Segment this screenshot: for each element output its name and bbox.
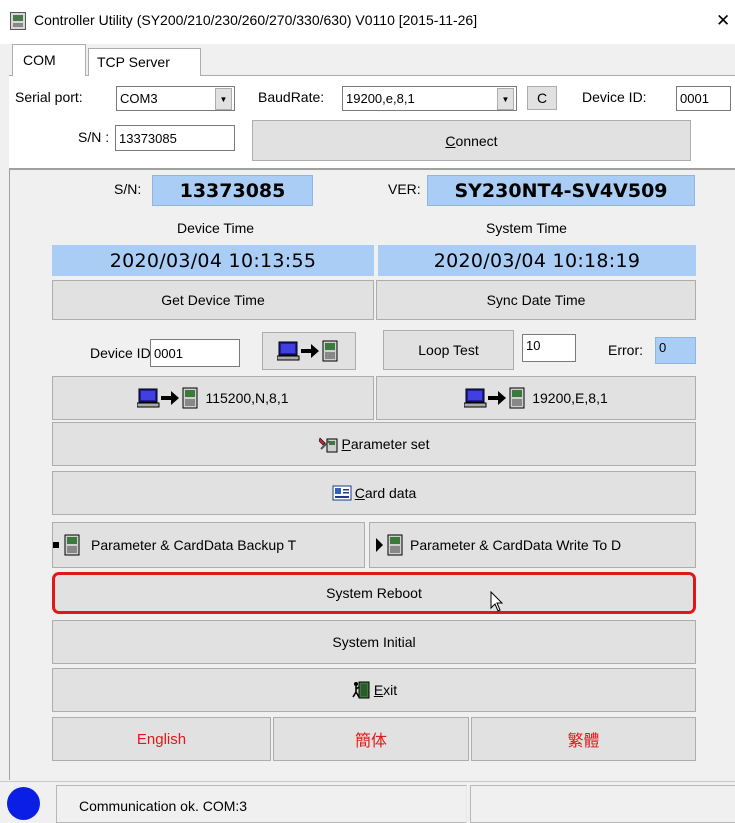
connect-button[interactable]: Connect bbox=[252, 120, 691, 161]
lang-traditional-button[interactable]: 繁體 bbox=[471, 717, 696, 761]
sync-date-time-button[interactable]: Sync Date Time bbox=[376, 280, 696, 320]
loop-count-input[interactable]: 10 bbox=[522, 334, 576, 362]
system-reboot-button[interactable]: System Reboot bbox=[52, 572, 696, 614]
pc-to-device-icon bbox=[277, 340, 338, 362]
window-title: Controller Utility (SY200/210/230/260/27… bbox=[34, 12, 478, 28]
device-time-label: Device Time bbox=[177, 220, 255, 236]
get-device-time-button[interactable]: Get Device Time bbox=[52, 280, 374, 320]
serial-port-label: Serial port: bbox=[15, 89, 83, 105]
system-time-value: 2020/03/04 10:18:19 bbox=[378, 245, 696, 276]
device-id-row-label: Device ID: bbox=[90, 345, 155, 361]
app-icon bbox=[10, 12, 26, 30]
chevron-down-icon: ▼ bbox=[219, 94, 228, 104]
baudrate-dropdown[interactable]: ▼ bbox=[497, 88, 514, 110]
title-bar: Controller Utility (SY200/210/230/260/27… bbox=[0, 0, 735, 44]
device-time-value: 2020/03/04 10:13:55 bbox=[52, 245, 374, 276]
device-id-row-input[interactable]: 0001 bbox=[150, 339, 240, 367]
info-sn-value: 13373085 bbox=[152, 175, 313, 206]
set-baud-115200-button[interactable]: 115200,N,8,1 bbox=[52, 376, 374, 420]
sn-label: S/N : bbox=[78, 129, 110, 145]
set-baud-19200-button[interactable]: 19200,E,8,1 bbox=[376, 376, 696, 420]
system-time-label: System Time bbox=[486, 220, 567, 236]
lang-english-button[interactable]: English bbox=[52, 717, 271, 761]
device-id-input[interactable]: 0001 bbox=[676, 86, 731, 111]
pc-to-device-icon bbox=[137, 387, 198, 409]
ver-label: VER: bbox=[388, 181, 421, 197]
exit-door-icon bbox=[352, 681, 370, 699]
serial-port-dropdown[interactable]: ▼ bbox=[215, 88, 232, 110]
ver-value: SY230NT4-SV4V509 bbox=[427, 175, 695, 206]
loop-test-button[interactable]: Loop Test bbox=[383, 330, 514, 370]
info-sn-label: S/N: bbox=[114, 181, 142, 197]
lang-simplified-button[interactable]: 簡体 bbox=[273, 717, 469, 761]
pc-to-device-icon bbox=[53, 534, 80, 556]
set-device-id-button[interactable] bbox=[262, 332, 356, 370]
chevron-down-icon: ▼ bbox=[501, 94, 510, 104]
pc-to-device-icon bbox=[464, 387, 525, 409]
write-button[interactable]: Parameter & CardData Write To D bbox=[369, 522, 696, 568]
parameter-set-button[interactable]: Parameter set bbox=[52, 422, 696, 466]
close-icon[interactable]: ✕ bbox=[716, 11, 730, 31]
card-data-icon bbox=[332, 485, 352, 501]
device-id-label: Device ID: bbox=[582, 89, 647, 105]
card-data-button[interactable]: Card data bbox=[52, 471, 696, 515]
status-indicator bbox=[7, 787, 40, 820]
exit-button[interactable]: Exit bbox=[52, 668, 696, 712]
status-text-panel: Communication ok. COM:3 bbox=[56, 785, 467, 823]
status-text: Communication ok. COM:3 bbox=[79, 798, 248, 814]
error-label: Error: bbox=[608, 342, 643, 358]
parameter-tools-icon bbox=[318, 437, 338, 453]
tab-tcp-server[interactable]: TCP Server bbox=[88, 48, 201, 76]
backup-button[interactable]: Parameter & CardData Backup T bbox=[52, 522, 365, 568]
sn-input[interactable]: 13373085 bbox=[115, 125, 235, 151]
tab-com[interactable]: COM bbox=[12, 44, 86, 77]
baudrate-select[interactable]: 19200,e,8,1 bbox=[342, 86, 517, 111]
mouse-cursor-icon bbox=[490, 590, 504, 613]
error-value: 0 bbox=[655, 337, 696, 364]
baudrate-label: BaudRate: bbox=[258, 89, 325, 105]
system-initial-button[interactable]: System Initial bbox=[52, 620, 696, 664]
pc-to-device-icon bbox=[376, 534, 403, 556]
status-secondary-panel bbox=[470, 785, 735, 823]
c-button[interactable]: C bbox=[527, 86, 557, 110]
